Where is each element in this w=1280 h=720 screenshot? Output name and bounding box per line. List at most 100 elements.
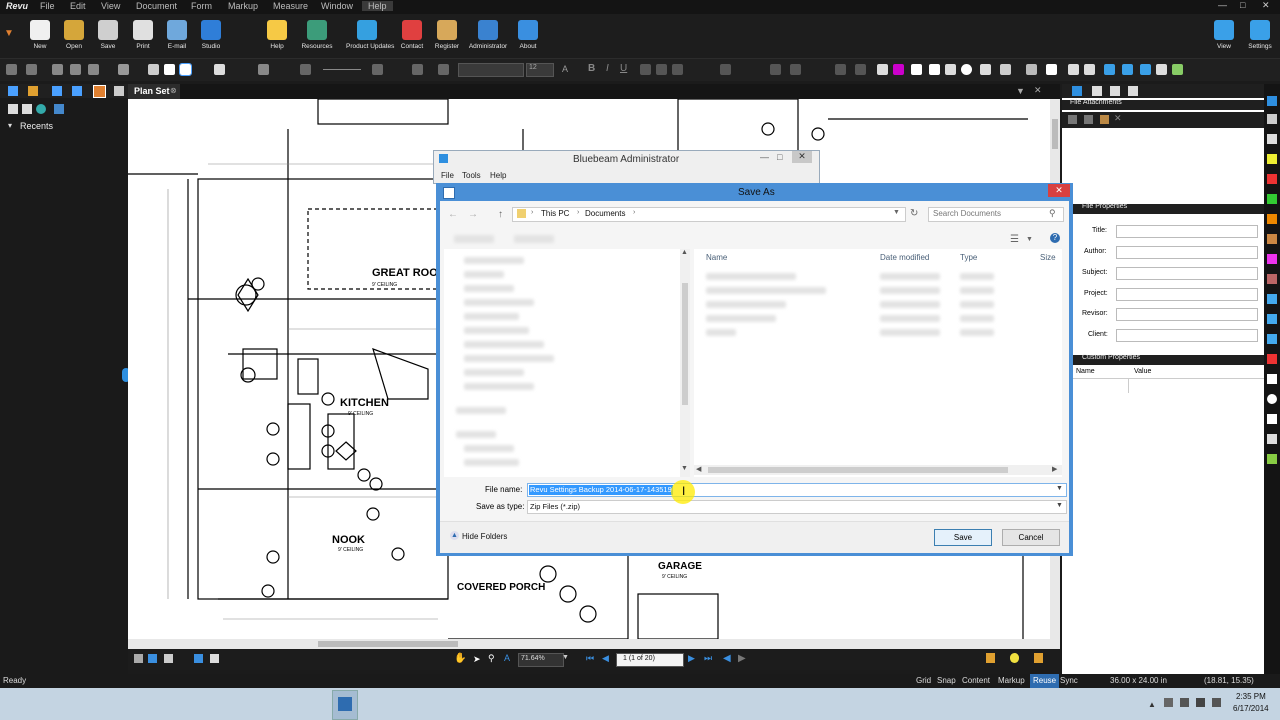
view-dropdown-icon[interactable]: ▼ <box>1026 236 1033 243</box>
toggle-sync[interactable]: Sync <box>1060 676 1078 685</box>
back-view-icon[interactable]: ◀ <box>723 653 731 664</box>
nav-item[interactable] <box>464 299 534 306</box>
column-date-modified[interactable]: Date modified <box>880 253 929 262</box>
zoom-input[interactable]: 71.64% <box>518 653 564 667</box>
text-select-icon[interactable] <box>214 64 225 75</box>
justify-icon[interactable] <box>720 64 731 75</box>
copy-icon[interactable] <box>70 64 81 75</box>
forward-view-icon[interactable]: ▶ <box>738 653 746 664</box>
file-name-input[interactable]: Revu Settings Backup 2014-06-17-143519 ▼ <box>527 483 1067 497</box>
nav-item[interactable] <box>464 257 524 264</box>
tool-arrow-icon[interactable] <box>1267 314 1277 324</box>
file-row[interactable] <box>706 273 796 280</box>
nav-scroll-down-icon[interactable]: ▼ <box>681 465 688 472</box>
custom-value-column[interactable]: Value <box>1134 368 1151 375</box>
nav-item[interactable] <box>464 369 524 376</box>
note-icon[interactable] <box>1156 64 1167 75</box>
text-tool-icon[interactable] <box>1122 64 1133 75</box>
save-as-type-dropdown-icon[interactable]: ▼ <box>1056 502 1063 509</box>
lock-icon[interactable] <box>1034 653 1043 663</box>
file-row[interactable] <box>706 315 776 322</box>
taskbar-date[interactable]: 6/17/2014 <box>1233 704 1269 713</box>
attach-add-icon[interactable] <box>1068 115 1077 124</box>
nav-item[interactable] <box>464 271 504 278</box>
split-vertical-icon[interactable] <box>194 654 203 663</box>
zoom-dropdown-icon[interactable]: ▼ <box>562 654 569 661</box>
text-box-icon[interactable] <box>835 64 846 75</box>
count-icon[interactable] <box>1026 64 1037 75</box>
strikeout-icon[interactable] <box>1140 64 1151 75</box>
nav-item[interactable] <box>464 355 554 362</box>
horizontal-scrollbar[interactable] <box>128 639 1060 649</box>
taskbar-time[interactable]: 2:35 PM <box>1236 692 1266 701</box>
admin-maximize-icon[interactable]: □ <box>777 152 782 162</box>
menu-markup[interactable]: Markup <box>228 1 258 11</box>
grid-icon[interactable] <box>300 64 311 75</box>
file-row[interactable] <box>706 329 736 336</box>
author-field[interactable] <box>1116 246 1258 259</box>
help-button[interactable]: Help <box>257 20 297 50</box>
tool-magenta-icon[interactable] <box>1267 254 1277 264</box>
minimize-icon[interactable]: — <box>1218 0 1227 10</box>
properties-tab-icon[interactable] <box>1072 86 1082 96</box>
italic-icon[interactable]: I <box>606 63 609 74</box>
cloud-icon[interactable] <box>1000 64 1011 75</box>
product-updates-button[interactable]: Product Updates <box>346 20 394 50</box>
file-list-hscrollbar[interactable]: ◀ ▶ <box>694 465 1062 475</box>
indent-icon[interactable] <box>412 64 423 75</box>
breadcrumb-documents[interactable]: Documents <box>585 209 625 218</box>
ellipse-icon[interactable] <box>961 64 972 75</box>
toggle-reuse[interactable]: Reuse <box>1030 674 1060 688</box>
studio-button[interactable]: Studio <box>191 20 231 50</box>
address-dropdown-icon[interactable]: ▼ <box>893 209 900 216</box>
nav-item[interactable] <box>464 383 534 390</box>
stamp-icon[interactable] <box>1046 64 1057 75</box>
bulb-icon[interactable] <box>1010 653 1019 663</box>
highlight-icon[interactable] <box>893 64 904 75</box>
web-icon[interactable] <box>36 104 46 114</box>
back-icon[interactable]: ← <box>448 209 458 220</box>
last-page-icon[interactable]: ⏭ <box>704 653 712 664</box>
forward-icon[interactable]: → <box>468 209 478 220</box>
tab-plan-set[interactable]: Plan Set ⊗ <box>128 84 180 99</box>
bold-icon[interactable]: B <box>588 63 595 74</box>
zoom-icon[interactable]: ⚲ <box>488 653 495 664</box>
horizontal-scroll-thumb[interactable] <box>318 641 458 647</box>
paste-icon[interactable] <box>88 64 99 75</box>
custom-name-column[interactable]: Name <box>1076 368 1095 375</box>
nav-scroll-up-icon[interactable]: ▲ <box>681 249 688 256</box>
split-horizontal-icon[interactable] <box>210 654 219 663</box>
admin-minimize-icon[interactable]: — <box>760 152 769 162</box>
cut-icon[interactable] <box>52 64 63 75</box>
settings-button[interactable]: Settings <box>1240 20 1280 50</box>
attach-delete-icon[interactable]: ✕ <box>1114 113 1122 124</box>
administrator-button[interactable]: Administrator <box>468 20 508 50</box>
view-options-icon[interactable]: ☰ <box>1010 234 1019 245</box>
tool-cloud-icon[interactable] <box>1267 354 1277 364</box>
admin-close-icon[interactable]: ✕ <box>792 151 812 163</box>
tool-red-marker-icon[interactable] <box>1267 174 1277 184</box>
tool-polygon-icon[interactable] <box>1267 414 1277 424</box>
nav-pane-scrollbar[interactable]: ▲ ▼ <box>680 249 690 477</box>
eraser-icon[interactable] <box>911 64 922 75</box>
callout-icon[interactable] <box>855 64 866 75</box>
menu-window[interactable]: Window <box>321 1 353 11</box>
menu-file[interactable]: File <box>40 1 55 11</box>
breadcrumb-this-pc[interactable]: This PC <box>541 209 569 218</box>
align-right-icon[interactable] <box>672 64 683 75</box>
tool-highlighter-icon[interactable] <box>1267 154 1277 164</box>
tray-flag-icon[interactable] <box>1180 698 1189 707</box>
menu-form[interactable]: Form <box>191 1 212 11</box>
nav-item[interactable] <box>464 341 544 348</box>
line-style-icon[interactable] <box>323 69 361 70</box>
tab-close-icon[interactable]: ⊗ <box>170 86 177 95</box>
column-name[interactable]: Name <box>706 253 727 262</box>
up-icon[interactable]: ↑ <box>498 209 503 220</box>
toggle-markup[interactable]: Markup <box>998 676 1025 685</box>
tool-line-icon[interactable] <box>1267 294 1277 304</box>
tool-orange-icon[interactable] <box>1267 214 1277 224</box>
nav-item[interactable] <box>464 327 529 334</box>
nav-scroll-thumb[interactable] <box>682 283 688 405</box>
shape-icon[interactable] <box>929 64 940 75</box>
attach-save-icon[interactable] <box>1084 115 1093 124</box>
